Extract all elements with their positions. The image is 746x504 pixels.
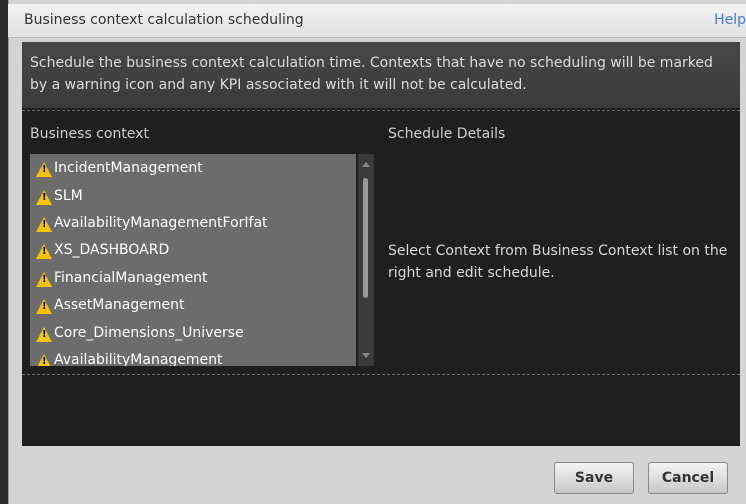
save-button[interactable]: Save <box>554 462 634 494</box>
cancel-button[interactable]: Cancel <box>648 462 728 494</box>
list-item[interactable]: AvailabilityManagementForIfat <box>30 210 356 236</box>
schedule-details-message: Select Context from Business Context lis… <box>388 243 728 281</box>
warning-icon <box>36 189 52 205</box>
list-item[interactable]: XS_DASHBOARD <box>30 237 356 263</box>
business-context-list[interactable]: IncidentManagement SLM AvailabilityManag… <box>30 154 356 366</box>
list-item[interactable]: AssetManagement <box>30 292 356 318</box>
list-scrollbar[interactable] <box>358 154 374 366</box>
scroll-down-arrow-icon[interactable] <box>362 353 370 358</box>
list-item-label: FinancialManagement <box>54 270 208 286</box>
list-item[interactable]: Core_Dimensions_Universe <box>30 320 356 346</box>
help-link[interactable]: Help <box>714 12 746 28</box>
list-item-label: SLM <box>54 188 83 204</box>
warning-icon <box>36 243 52 259</box>
warning-icon <box>36 298 52 314</box>
dialog-footer: Save Cancel <box>22 446 740 504</box>
description-text: Schedule the business context calculatio… <box>22 42 740 108</box>
list-item-label: AvailabilityManagement <box>54 352 223 366</box>
list-item[interactable]: AvailabilityManagement <box>30 347 356 366</box>
scroll-up-arrow-icon[interactable] <box>362 162 370 167</box>
warning-icon <box>36 326 52 342</box>
list-item[interactable]: IncidentManagement <box>30 155 356 181</box>
list-item-label: XS_DASHBOARD <box>54 242 170 258</box>
divider-bottom <box>22 374 740 375</box>
dialog-content-panel: Schedule the business context calculatio… <box>22 42 740 446</box>
list-item-label: Core_Dimensions_Universe <box>54 325 244 341</box>
list-item-label: AssetManagement <box>54 297 185 313</box>
warning-icon <box>36 271 52 287</box>
scroll-thumb[interactable] <box>363 178 368 298</box>
list-item[interactable]: FinancialManagement <box>30 265 356 291</box>
dialog-title: Business context calculation scheduling <box>24 12 304 28</box>
list-item-label: IncidentManagement <box>54 160 203 176</box>
list-item-label: AvailabilityManagementForIfat <box>54 215 268 231</box>
schedule-details-header: Schedule Details <box>388 126 506 142</box>
warning-icon <box>36 353 52 366</box>
list-item[interactable]: SLM <box>30 183 356 209</box>
warning-icon <box>36 161 52 177</box>
business-context-header: Business context <box>30 126 149 142</box>
dialog-titlebar: Business context calculation scheduling … <box>8 4 746 38</box>
divider-top <box>22 110 740 111</box>
warning-icon <box>36 216 52 232</box>
